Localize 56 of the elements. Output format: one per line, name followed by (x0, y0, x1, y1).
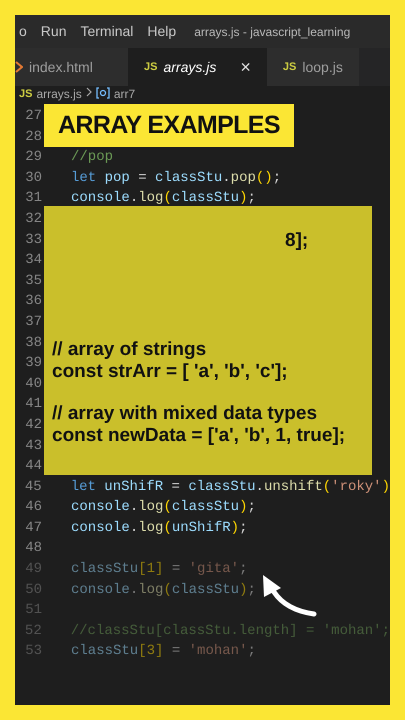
code-line: //pop (70, 148, 114, 168)
line-number: 44 (24, 457, 42, 476)
js-icon: JS (19, 87, 32, 101)
code-line: let pop = classStu.pop(); (70, 168, 282, 188)
code-line: classStu[1] = 'gita'; (70, 560, 248, 580)
menu-item[interactable]: Run (36, 21, 70, 42)
line-number: 38 (24, 334, 42, 353)
line-number: 37 (24, 312, 42, 332)
line-number: 34 (24, 251, 42, 270)
code-line: console.log(classStu); (70, 498, 256, 518)
js-icon: JS (282, 58, 296, 76)
line-number: 35 (24, 272, 42, 291)
breadcrumb-item[interactable]: arr7 (114, 87, 136, 101)
code-line: classStu[3] = 'mohan'; (70, 642, 256, 662)
line-number: 39 (24, 354, 42, 374)
line-number: 27 (24, 107, 42, 126)
editor-tab[interactable]: JS arrays.js × (128, 48, 267, 86)
chevron-icon (86, 87, 92, 97)
menu-item[interactable]: Terminal (76, 21, 138, 42)
code-comment: // array with mixed data types (52, 403, 318, 425)
code-line: console.log(unShifR); (70, 518, 248, 538)
code-snippet: const newData = ['a', 'b', 1, true]; (52, 425, 346, 447)
js-icon: JS (144, 58, 158, 76)
line-number: 29 (24, 148, 42, 168)
code-fragment: 8]; (285, 230, 308, 251)
line-number: 48 (24, 539, 42, 558)
line-number: 43 (24, 436, 42, 456)
code-comment: // array of strings (52, 339, 208, 361)
editor-tab[interactable]: JS loop.js (266, 48, 359, 86)
line-number: 36 (24, 292, 42, 312)
line-number: 47 (24, 518, 42, 538)
code-snippet: const strArr = [ 'a', 'b', 'c']; (52, 361, 289, 383)
line-number: 45 (24, 478, 42, 497)
line-number: 33 (24, 230, 42, 250)
code-line: //classStu[classStu.length] = 'mohan'; (70, 622, 390, 641)
line-number: 40 (24, 374, 42, 394)
chevron-icon (15, 61, 23, 73)
variable-icon (96, 87, 110, 99)
line-number: 28 (24, 128, 42, 147)
line-number: 41 (24, 395, 42, 414)
menu-item[interactable]: o (15, 21, 31, 42)
menu-item[interactable]: Help (143, 21, 180, 42)
line-number: 42 (24, 416, 42, 435)
banner-title: ARRAY EXAMPLES (58, 110, 280, 141)
code-line: console.log(classStu); (70, 189, 256, 208)
curved-arrow (263, 575, 316, 616)
breadcrumb-item[interactable]: arrays.js (36, 87, 82, 101)
line-number: 30 (24, 168, 42, 188)
close-icon[interactable]: × (240, 54, 251, 80)
code-line: console.log(classStu); (70, 580, 256, 600)
code-line: let unShifR = classStu.unshift('roky') (70, 478, 390, 497)
line-number: 46 (24, 498, 42, 518)
editor-tab[interactable]: index.html (15, 48, 128, 86)
line-number: 31 (24, 189, 42, 208)
window-title: arrays.js - javascript_learning (194, 24, 350, 40)
line-number: 32 (24, 210, 42, 229)
